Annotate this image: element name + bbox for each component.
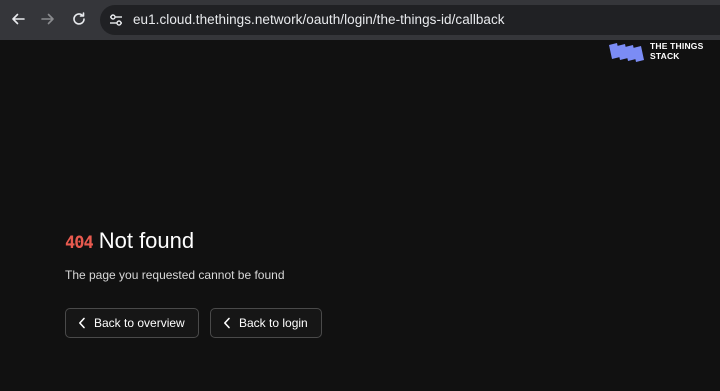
browser-toolbar: eu1.cloud.thethings.network/oauth/login/… xyxy=(0,0,720,40)
error-code: 404 xyxy=(65,233,94,253)
back-to-login-button[interactable]: Back to login xyxy=(210,308,322,338)
chevron-left-icon xyxy=(78,317,86,329)
address-bar[interactable]: eu1.cloud.thethings.network/oauth/login/… xyxy=(100,5,720,35)
forward-button[interactable] xyxy=(37,8,59,30)
url-text[interactable]: eu1.cloud.thethings.network/oauth/login/… xyxy=(133,12,505,27)
logo-line-1: THE THINGS xyxy=(650,41,704,51)
back-to-overview-label: Back to overview xyxy=(94,316,185,330)
back-to-login-label: Back to login xyxy=(239,316,308,330)
error-message: The page you requested cannot be found xyxy=(65,268,285,282)
error-heading: 404 Not found xyxy=(65,228,194,258)
the-things-stack-logo[interactable]: THE THINGS STACK xyxy=(607,41,712,63)
site-settings-icon[interactable] xyxy=(108,12,124,28)
back-button[interactable] xyxy=(7,8,29,30)
logo-line-2: STACK xyxy=(650,51,680,61)
logo-wordmark: THE THINGS STACK xyxy=(650,41,703,61)
reload-icon xyxy=(73,12,85,25)
back-to-overview-button[interactable]: Back to overview xyxy=(65,308,199,338)
back-arrow-icon xyxy=(12,13,25,25)
reload-button[interactable] xyxy=(68,8,90,30)
things-stack-logo-icon xyxy=(609,43,644,62)
page-title: Not found xyxy=(98,228,195,253)
chevron-left-icon xyxy=(223,317,231,329)
forward-arrow-icon xyxy=(41,13,54,25)
